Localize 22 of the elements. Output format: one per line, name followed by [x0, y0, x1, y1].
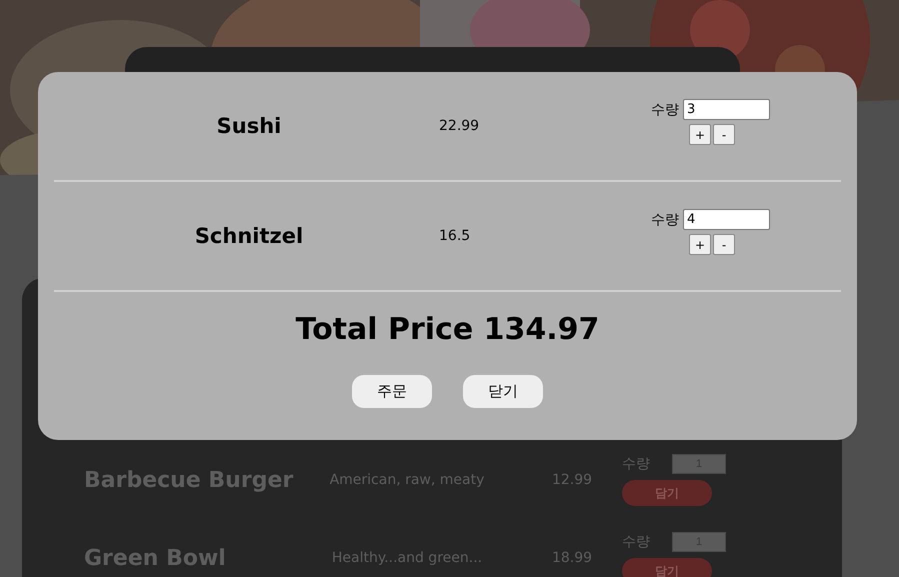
order-button[interactable]: 주문 — [352, 375, 432, 408]
cart-item-price: 22.99 — [439, 118, 480, 134]
decrement-button[interactable]: - — [713, 124, 735, 145]
quantity-label: 수량 — [622, 533, 650, 551]
cart-item-price: 16.5 — [439, 228, 472, 244]
menu-item-name: Barbecue Burger — [83, 468, 292, 492]
cart-item-name: Schnitzel — [194, 224, 304, 248]
total-price: Total Price 134.97 — [294, 312, 600, 347]
close-button[interactable]: 닫기 — [463, 375, 543, 408]
quantity-label: 수량 — [622, 455, 650, 473]
menu-item-price: 18.99 — [550, 550, 594, 566]
decrement-button[interactable]: - — [713, 234, 735, 255]
menu-item-description: Healthy...and green... — [330, 550, 484, 566]
menu-item-name: Green Bowl — [83, 546, 227, 570]
quantity-field[interactable]: 4 — [683, 209, 770, 230]
quantity-label: 수량 — [651, 100, 679, 118]
menu-item-price: 12.99 — [550, 472, 594, 488]
increment-button[interactable]: + — [689, 234, 711, 255]
increment-button[interactable]: + — [689, 124, 711, 145]
menu-item-description: American, raw, meaty — [328, 472, 486, 488]
quantity-field[interactable]: 3 — [683, 99, 770, 120]
quantity-label: 수량 — [651, 210, 679, 228]
